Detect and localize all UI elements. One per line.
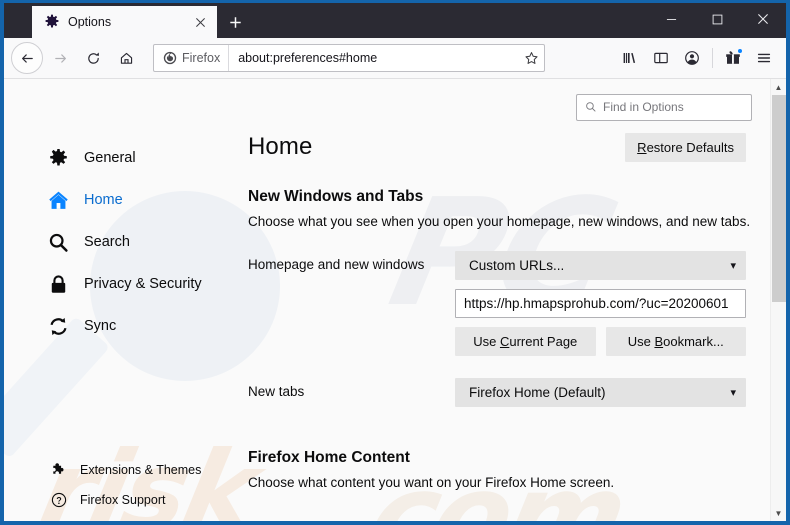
use-current-page-prefix: Use <box>473 334 500 349</box>
library-icon[interactable] <box>615 43 645 73</box>
browser-tab-options[interactable]: Options <box>32 6 217 38</box>
url-text[interactable]: about:preferences#home <box>229 51 518 65</box>
back-arrow-icon[interactable] <box>11 42 43 74</box>
identity-label: Firefox <box>182 51 221 65</box>
newtabs-select[interactable]: Firefox Home (Default) ▾ <box>455 378 746 407</box>
sync-icon <box>47 315 69 337</box>
newtabs-select-value: Firefox Home (Default) <box>469 385 606 400</box>
sidebar-item-general[interactable]: General <box>4 137 236 179</box>
navigation-toolbar: Firefox about:preferences#home <box>4 38 786 79</box>
address-bar[interactable]: Firefox about:preferences#home <box>153 44 545 72</box>
sidebar-item-privacy-security[interactable]: Privacy & Security <box>4 263 236 305</box>
magnifier-icon <box>47 231 69 253</box>
sidebar-item-label: Privacy & Security <box>84 276 202 292</box>
sidebar-item-label: Sync <box>84 318 117 334</box>
restore-defaults-button[interactable]: Restore Defaults <box>625 133 746 162</box>
search-row: Find in Options <box>4 79 786 125</box>
gift-notification-badge <box>737 48 743 54</box>
chevron-down-icon: ▾ <box>730 387 736 399</box>
gift-icon[interactable] <box>718 43 748 73</box>
new-tab-button[interactable] <box>219 6 251 38</box>
firefox-logo-icon <box>163 51 177 65</box>
question-circle-icon <box>50 492 67 509</box>
section-heading-firefox-home-content: Firefox Home Content <box>248 449 410 466</box>
sidebar-footer-label: Extensions & Themes <box>80 463 202 477</box>
page-header: Home Restore Defaults <box>248 133 786 162</box>
scrollbar-up-arrow-icon[interactable]: ▲ <box>771 79 786 95</box>
use-bookmark-suffix: ookmark... <box>663 334 724 349</box>
reload-icon[interactable] <box>77 42 109 74</box>
use-bookmark-button[interactable]: Use Bookmark... <box>605 327 746 356</box>
star-icon[interactable] <box>518 51 544 66</box>
newtabs-label: New tabs <box>248 384 305 399</box>
homepage-select-value: Custom URLs... <box>469 258 565 273</box>
homepage-url-input[interactable]: https://hp.hmapsprohub.com/?uc=20200601 <box>455 289 746 318</box>
page-title: Home <box>248 133 313 160</box>
preferences-body: General Home Search Privacy & Security S… <box>4 125 786 521</box>
homepage-label: Homepage and new windows <box>248 257 425 272</box>
browser-window: Options Firefox about:preferences#home r… <box>0 0 790 525</box>
sidebar-item-label: Home <box>84 192 123 208</box>
chevron-down-icon: ▾ <box>730 260 736 272</box>
homepage-select[interactable]: Custom URLs... ▾ <box>455 251 746 280</box>
search-input[interactable]: Find in Options <box>576 93 752 121</box>
preferences-sidebar: General Home Search Privacy & Security S… <box>4 125 236 521</box>
search-placeholder: Find in Options <box>603 100 684 114</box>
scrollbar-thumb[interactable] <box>772 95 786 302</box>
section-heading-new-windows-tabs: New Windows and Tabs <box>248 188 424 205</box>
homepage-button-row: Use Current Page Use Bookmark... <box>455 327 746 356</box>
use-bookmark-accesskey: B <box>654 334 664 349</box>
home-icon[interactable] <box>110 42 142 74</box>
tab-close-icon[interactable] <box>191 13 209 31</box>
minimize-icon[interactable] <box>648 3 694 35</box>
gear-icon <box>44 14 60 30</box>
lock-icon <box>47 273 69 295</box>
section-desc-firefox-home-content: Choose what content you want on your Fir… <box>248 475 615 490</box>
sidebar-item-label: Search <box>84 234 130 250</box>
sidebar-item-firefox-support[interactable]: Firefox Support <box>4 485 236 515</box>
account-icon[interactable] <box>677 43 707 73</box>
tab-title: Options <box>68 15 112 29</box>
sidebar-icon[interactable] <box>646 43 676 73</box>
homepage-url-value: https://hp.hmapsprohub.com/?uc=20200601 <box>464 296 729 311</box>
sidebar-footer: Extensions & Themes Firefox Support <box>4 455 236 515</box>
scrollbar-down-arrow-icon[interactable]: ▼ <box>771 505 786 521</box>
toolbar-buttons <box>615 43 779 73</box>
toolbar-separator <box>712 48 713 68</box>
hamburger-menu-icon[interactable] <box>749 43 779 73</box>
tab-strip: Options <box>4 3 786 38</box>
search-icon <box>586 102 596 112</box>
sidebar-item-home[interactable]: Home <box>4 179 236 221</box>
homepage-controls: Custom URLs... ▾ https://hp.hmapsprohub.… <box>455 251 746 356</box>
sidebar-item-label: General <box>84 150 136 166</box>
forward-arrow-icon <box>44 42 76 74</box>
use-current-page-suffix: urrent Page <box>509 334 578 349</box>
sidebar-item-search[interactable]: Search <box>4 221 236 263</box>
section-desc-new-windows-tabs: Choose what you see when you open your h… <box>248 214 751 229</box>
restore-defaults-accesskey: R <box>637 140 647 155</box>
homepage-row: Homepage and new windows Custom URLs... … <box>248 251 786 356</box>
preferences-page: PC risk .com Find in Options <box>4 79 786 521</box>
use-current-page-button[interactable]: Use Current Page <box>455 327 596 356</box>
preferences-main: Home Restore Defaults New Windows and Ta… <box>236 125 786 521</box>
sidebar-item-sync[interactable]: Sync <box>4 305 236 347</box>
window-controls <box>648 3 786 35</box>
maximize-icon[interactable] <box>694 3 740 35</box>
use-bookmark-prefix: Use <box>627 334 655 349</box>
close-icon[interactable] <box>740 3 786 35</box>
puzzle-piece-icon <box>50 462 67 479</box>
restore-defaults-label: estore Defaults <box>646 140 734 155</box>
newtabs-controls: Firefox Home (Default) ▾ <box>455 378 746 407</box>
sidebar-footer-label: Firefox Support <box>80 493 166 507</box>
use-current-page-accesskey: C <box>499 334 510 349</box>
identity-box[interactable]: Firefox <box>154 45 230 71</box>
sidebar-item-extensions-themes[interactable]: Extensions & Themes <box>4 455 236 485</box>
newtabs-row: New tabs Firefox Home (Default) ▾ <box>248 378 786 407</box>
vertical-scrollbar[interactable]: ▲ ▼ <box>770 79 786 521</box>
home-icon <box>47 189 69 211</box>
gear-icon <box>47 147 69 169</box>
